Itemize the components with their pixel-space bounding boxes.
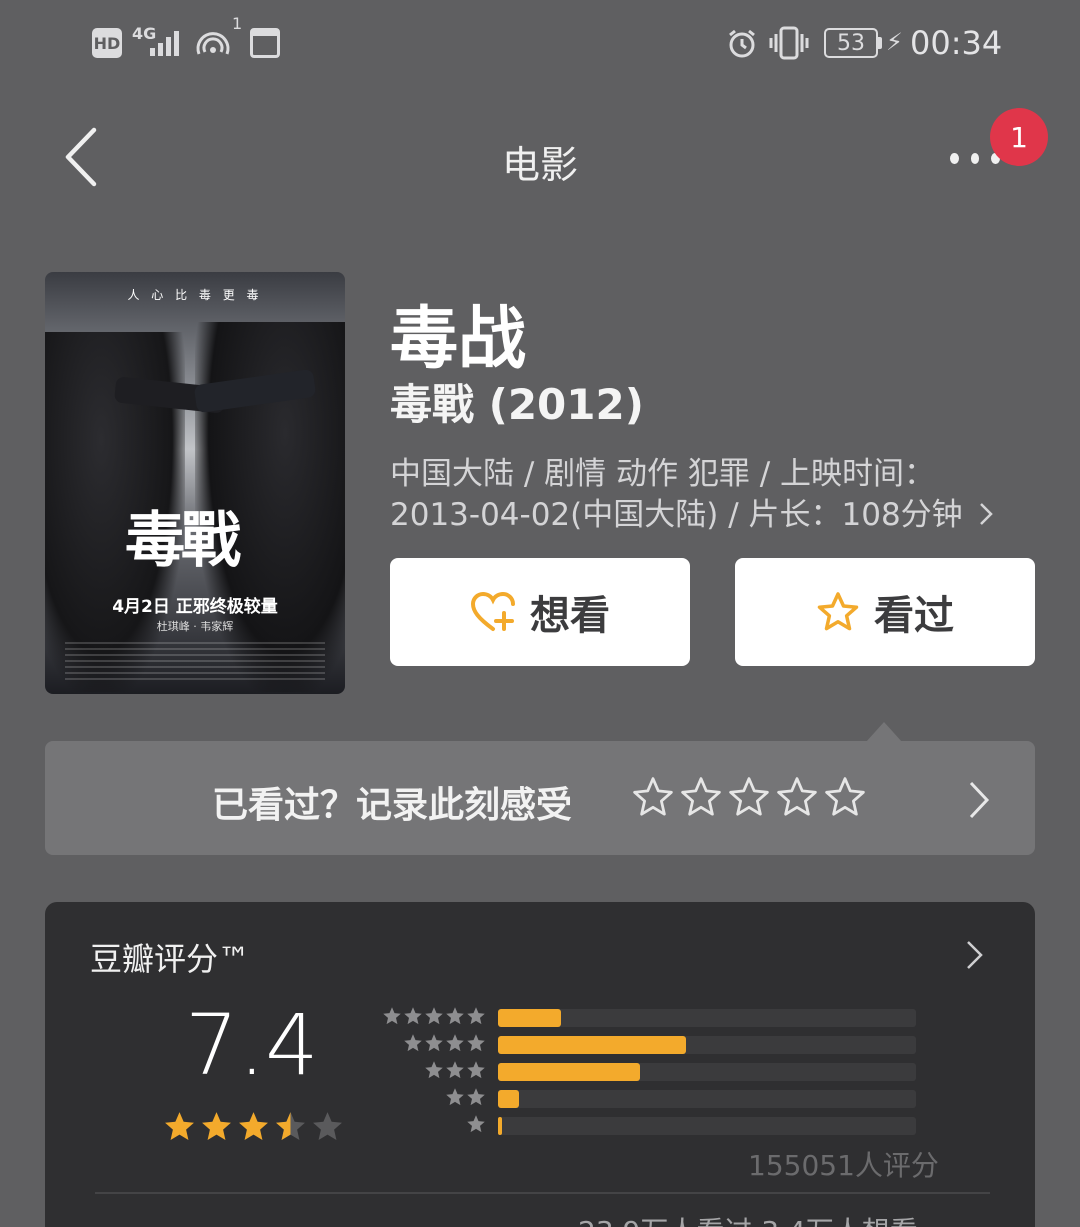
movie-meta[interactable]: 中国大陆 / 剧情 动作 犯罪 / 上映时间： 2013-04-02(中国大陆)… — [390, 454, 1030, 536]
rate-star-icon[interactable] — [680, 776, 722, 818]
rate-prompt-text: 已看过？记录此刻感受 — [212, 785, 573, 826]
douban-rating-title: 豆瓣评分™ — [90, 940, 251, 978]
poster-credits — [65, 642, 325, 682]
watched-label: 看过 — [874, 593, 954, 639]
distribution-row-2-star — [378, 1083, 923, 1110]
distribution-bar-fill — [498, 1090, 519, 1108]
distribution-row-1-star — [378, 1110, 923, 1137]
distribution-star-label — [378, 1060, 486, 1080]
score-stars — [163, 1110, 344, 1143]
distribution-star-label — [378, 1033, 486, 1053]
small-star-icon — [404, 1006, 422, 1024]
calendar-icon — [250, 28, 280, 58]
distribution-star-label — [378, 1114, 486, 1134]
small-star-icon — [425, 1033, 443, 1051]
poster-date-line: 4月2日 正邪终极较量 — [112, 597, 278, 617]
distribution-bar-fill — [498, 1117, 503, 1135]
status-bar: HD 4G 1 53 ⚡ 00:34 — [0, 0, 1080, 90]
distribution-row-5-star — [378, 1002, 923, 1029]
star-half-icon — [276, 1112, 305, 1140]
small-star-icon — [446, 1033, 464, 1051]
small-star-icon — [446, 1006, 464, 1024]
small-star-icon — [467, 1033, 485, 1051]
poster-tagline: 人 心 比 毒 更 毒 — [127, 288, 263, 302]
distribution-bar-track — [498, 1009, 916, 1027]
small-star-icon — [404, 1033, 422, 1051]
battery-tip — [878, 37, 882, 49]
distribution-row-4-star — [378, 1029, 923, 1056]
alarm-icon — [729, 29, 755, 58]
watched-button[interactable]: 看过 — [735, 558, 1035, 666]
star-outline-icon — [817, 592, 859, 631]
distribution-bar-fill — [498, 1063, 641, 1081]
movie-meta-line2: 2013-04-02(中国大陆) / 片长：108分钟 — [390, 497, 963, 533]
hd-icon: HD — [92, 28, 122, 58]
movie-original-title: 毒戰 (2012) — [390, 380, 644, 429]
poster-cast: 杜琪峰 · 韦家辉 — [156, 620, 234, 633]
small-star-icon — [446, 1060, 464, 1078]
douban-score: 7.4 — [185, 996, 319, 1094]
star-filled-icon — [202, 1112, 231, 1140]
star-filled-icon — [165, 1112, 194, 1140]
small-star-icon — [425, 1006, 443, 1024]
small-star-icon — [467, 1114, 485, 1132]
watch-stats: 23.9万人看过 3.4万人想看 — [578, 1210, 918, 1227]
rate-prompt-stars[interactable] — [632, 776, 866, 818]
small-star-icon — [425, 1060, 443, 1078]
star-filled-icon — [239, 1112, 268, 1140]
small-star-icon — [467, 1087, 485, 1105]
hotspot-count: 1 — [232, 14, 243, 33]
movie-poster[interactable]: 人 心 比 毒 更 毒 毒戰 4月2日 正邪终极较量 杜琪峰 · 韦家辉 — [45, 272, 345, 694]
rate-star-icon[interactable] — [728, 776, 770, 818]
back-icon[interactable] — [58, 122, 108, 192]
want-to-watch-button[interactable]: 想看 — [390, 558, 690, 666]
distribution-bar-track — [498, 1063, 916, 1081]
distribution-bar-fill — [498, 1036, 687, 1054]
star-empty-icon — [313, 1112, 342, 1140]
rating-count: 155051人评分 — [748, 1149, 939, 1182]
distribution-bar-track — [498, 1117, 916, 1135]
battery-icon: 53 — [824, 28, 878, 58]
chevron-right-icon[interactable] — [966, 778, 992, 822]
distribution-row-3-star — [378, 1056, 923, 1083]
rate-star-icon[interactable] — [776, 776, 818, 818]
vibrate-icon — [769, 26, 809, 60]
distribution-bar-fill — [498, 1009, 561, 1027]
hotspot-icon — [196, 32, 230, 55]
distribution-star-label — [378, 1006, 486, 1026]
rating-distribution — [378, 1002, 923, 1137]
chevron-right-icon[interactable] — [976, 500, 996, 528]
signal-icon — [150, 30, 179, 56]
status-time: 00:34 — [910, 24, 1003, 62]
distribution-bar-track — [498, 1090, 916, 1108]
notification-badge: 1 — [990, 108, 1048, 166]
small-star-icon — [467, 1060, 485, 1078]
movie-meta-line1: 中国大陆 / 剧情 动作 犯罪 / 上映时间： — [390, 456, 936, 492]
want-to-watch-label: 想看 — [530, 593, 610, 639]
distribution-star-label — [378, 1087, 486, 1107]
small-star-icon — [467, 1006, 485, 1024]
rate-star-icon[interactable] — [824, 776, 866, 818]
movie-title: 毒战 — [390, 300, 527, 379]
distribution-bar-track — [498, 1036, 916, 1054]
card-divider — [95, 1192, 990, 1194]
small-star-icon — [446, 1087, 464, 1105]
charging-icon: ⚡ — [886, 28, 903, 56]
page-title: 电影 — [501, 143, 578, 187]
heart-plus-icon — [470, 591, 515, 631]
prompt-pointer — [866, 722, 902, 742]
small-star-icon — [383, 1006, 401, 1024]
chevron-right-icon[interactable] — [964, 938, 986, 972]
rate-star-icon[interactable] — [632, 776, 674, 818]
poster-title: 毒戰 — [125, 506, 241, 576]
